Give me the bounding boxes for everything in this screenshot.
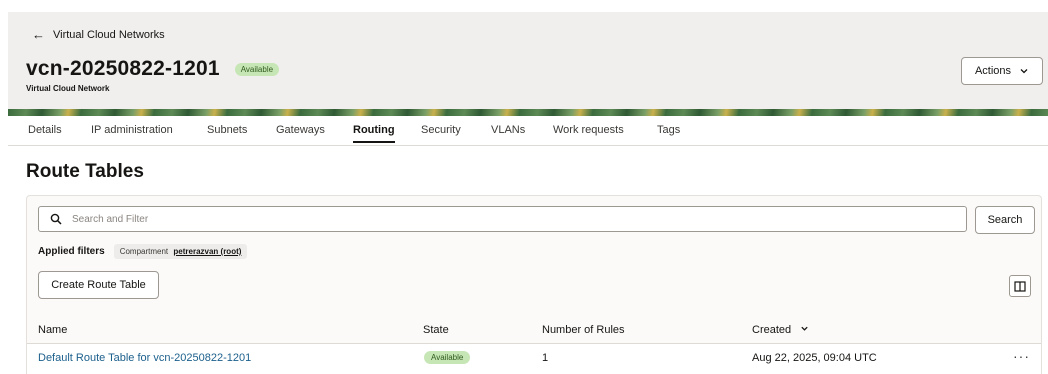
tab-details[interactable]: Details — [28, 124, 62, 136]
tab-ip-administration[interactable]: IP administration — [91, 124, 173, 136]
tab-tags[interactable]: Tags — [657, 124, 680, 136]
columns-icon[interactable] — [1009, 275, 1031, 297]
chevron-down-icon — [1020, 69, 1028, 74]
search-input[interactable]: Search and Filter — [38, 206, 967, 232]
search-icon — [49, 212, 63, 226]
actions-button[interactable]: Actions — [961, 57, 1043, 85]
route-table-name-link[interactable]: Default Route Table for vcn-20250822-120… — [38, 352, 251, 364]
chevron-down-icon — [801, 326, 808, 331]
applied-filters-label: Applied filters — [38, 246, 105, 257]
actions-button-label: Actions — [974, 65, 1012, 77]
arrow-left-icon: ← — [32, 27, 45, 42]
filter-chip-key: Compartment — [119, 247, 169, 256]
tab-routing[interactable]: Routing — [353, 124, 395, 143]
page-header: ← Virtual Cloud Networks vcn-20250822-12… — [8, 12, 1048, 109]
table-header: Name State Number of Rules Created — [27, 316, 1041, 344]
column-header-created-label: Created — [752, 324, 792, 336]
table-row: Default Route Table for vcn-20250822-120… — [27, 344, 1041, 374]
filter-chip-value[interactable]: petrerazvan (root) — [173, 247, 241, 256]
tab-bar: Details IP administration Subnets Gatewa… — [8, 116, 1048, 146]
tab-subnets[interactable]: Subnets — [207, 124, 247, 136]
row-created: Aug 22, 2025, 09:04 UTC — [752, 352, 877, 364]
tab-vlans[interactable]: VLANs — [491, 124, 525, 136]
route-tables-panel: Search and Filter Search Applied filters… — [26, 195, 1042, 374]
column-header-name[interactable]: Name — [38, 324, 67, 336]
applied-filters: Applied filters Compartment petrerazvan … — [38, 244, 248, 259]
row-rules-count: 1 — [542, 352, 549, 364]
decorative-banner — [8, 109, 1048, 116]
page-title: vcn-20250822-1201 — [26, 57, 220, 80]
filter-chip[interactable]: Compartment petrerazvan (root) — [113, 244, 248, 259]
create-route-table-button[interactable]: Create Route Table — [38, 271, 159, 299]
tab-gateways[interactable]: Gateways — [276, 124, 325, 136]
column-header-rules[interactable]: Number of Rules — [542, 324, 625, 336]
search-button[interactable]: Search — [975, 206, 1035, 234]
row-status-badge: Available — [424, 351, 471, 364]
page-subtitle: Virtual Cloud Network — [26, 84, 110, 93]
back-link[interactable]: ← Virtual Cloud Networks — [32, 28, 165, 41]
tab-security[interactable]: Security — [421, 124, 461, 136]
more-horizontal-icon[interactable]: ··· — [1013, 348, 1030, 364]
status-badge: Available — [234, 62, 280, 76]
search-placeholder: Search and Filter — [72, 213, 149, 225]
column-header-state[interactable]: State — [423, 324, 449, 336]
back-link-label: Virtual Cloud Networks — [53, 28, 165, 41]
section-title: Route Tables — [26, 161, 144, 182]
tab-work-requests[interactable]: Work requests — [553, 124, 624, 136]
title-row: vcn-20250822-1201 Available — [26, 57, 280, 81]
column-header-created[interactable]: Created — [752, 324, 809, 336]
